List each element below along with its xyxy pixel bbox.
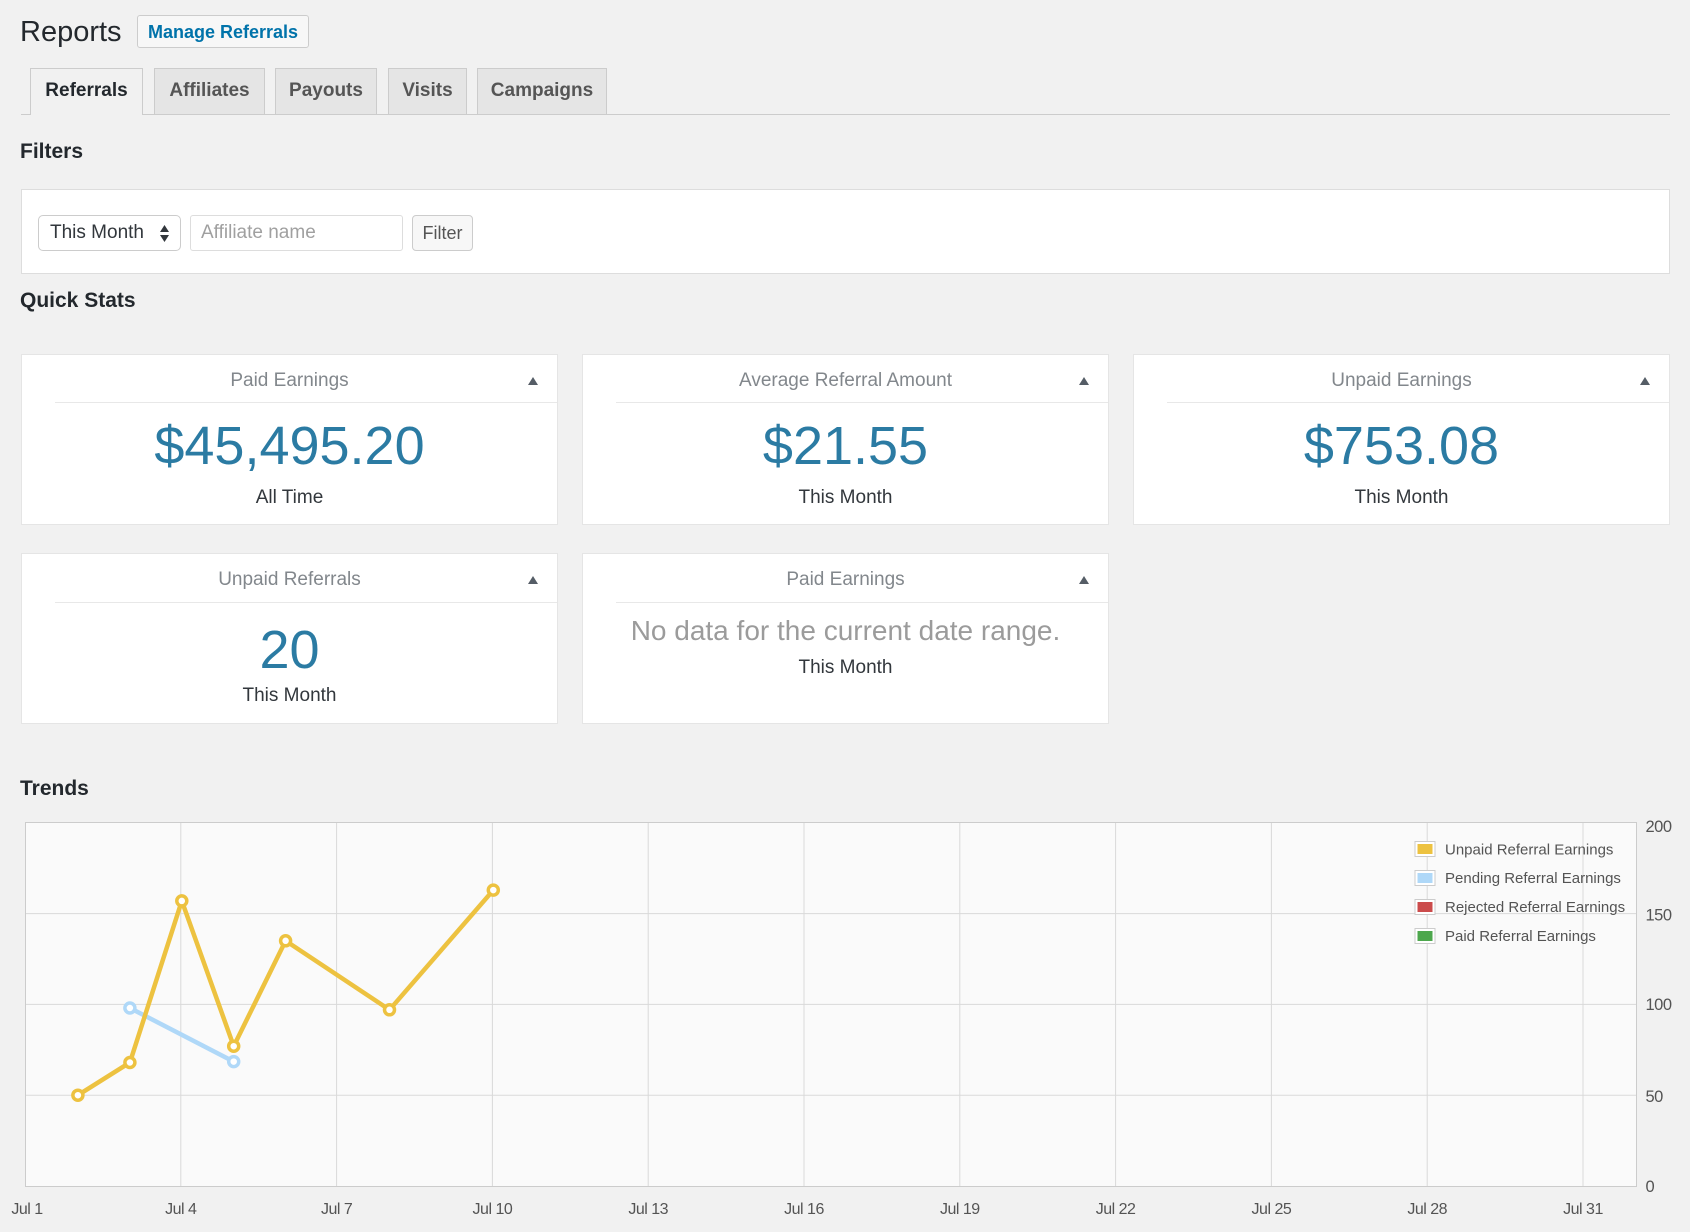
svg-text:Jul 19: Jul 19 [940, 1201, 980, 1218]
svg-text:200: 200 [1646, 818, 1672, 836]
svg-text:Pending Referral Earnings: Pending Referral Earnings [1445, 870, 1621, 887]
svg-text:Jul 10: Jul 10 [473, 1201, 513, 1218]
svg-text:Jul 7: Jul 7 [321, 1201, 353, 1218]
svg-text:Unpaid Referral Earnings: Unpaid Referral Earnings [1445, 842, 1613, 859]
svg-text:Rejected Referral Earnings: Rejected Referral Earnings [1445, 899, 1625, 916]
svg-text:Jul 1: Jul 1 [11, 1201, 43, 1218]
svg-text:150: 150 [1646, 907, 1672, 925]
svg-text:50: 50 [1646, 1088, 1664, 1106]
svg-text:Jul 31: Jul 31 [1563, 1201, 1603, 1218]
svg-text:Jul 28: Jul 28 [1407, 1201, 1447, 1218]
svg-text:Paid Referral Earnings: Paid Referral Earnings [1445, 928, 1596, 945]
svg-text:100: 100 [1646, 996, 1672, 1014]
svg-text:Jul 16: Jul 16 [784, 1201, 824, 1218]
svg-text:Jul 13: Jul 13 [628, 1201, 668, 1218]
svg-text:Jul 4: Jul 4 [165, 1201, 197, 1218]
svg-text:Jul 22: Jul 22 [1096, 1201, 1136, 1218]
svg-text:Jul 25: Jul 25 [1252, 1201, 1292, 1218]
svg-text:0: 0 [1646, 1178, 1655, 1196]
